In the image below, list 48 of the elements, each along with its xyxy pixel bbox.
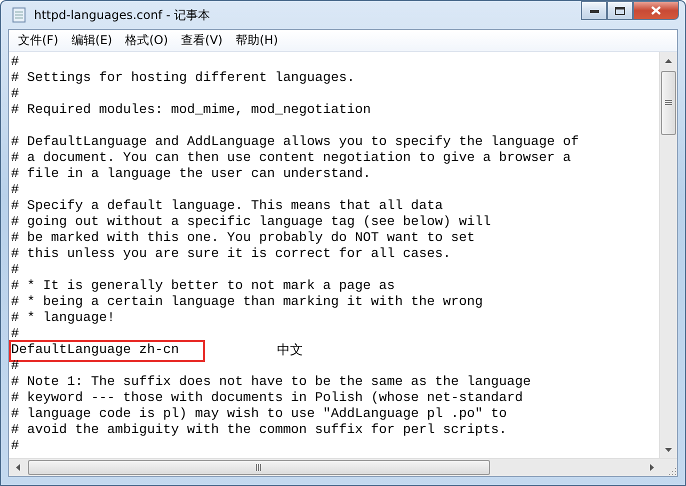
scroll-left-icon[interactable] xyxy=(16,464,20,471)
vertical-scrollbar[interactable] xyxy=(659,52,677,458)
scroll-up-icon[interactable] xyxy=(665,58,672,62)
code-line: # Note 1: The suffix does not have to be the same as the language xyxy=(11,375,531,391)
code-line: # * being a certain language than marking it with the wrong xyxy=(11,295,483,311)
maximize-button[interactable] xyxy=(607,1,633,20)
menu-item[interactable]: 格式(O) xyxy=(120,30,174,51)
maximize-icon xyxy=(615,6,625,14)
minimize-button[interactable] xyxy=(581,1,607,20)
code-line: # this unless you are sure it is correct for all cases. xyxy=(11,247,451,263)
code-line: # be marked with this one. You probably do NOT want to set xyxy=(11,231,475,247)
minimize-icon xyxy=(590,8,598,12)
code-line: # xyxy=(11,183,19,199)
menu-item[interactable]: 查看(V) xyxy=(176,30,228,51)
code-line: # language code is pl) may wish to use "AddLanguage pl .po" to xyxy=(11,407,507,423)
code-line: # Settings for hosting different languages. xyxy=(11,71,355,87)
code-line: # xyxy=(11,55,19,71)
grip-icon xyxy=(665,100,672,106)
menu-item[interactable]: 帮助(H) xyxy=(230,30,283,51)
scrollbar-thumb[interactable] xyxy=(28,460,490,475)
code-line: # Required modules: mod_mime, mod_negotiation xyxy=(11,103,371,119)
code-line: # keyword --- those with documents in Polish (whose net-standard xyxy=(11,391,523,407)
window-title: httpd-languages.conf - 记事本 xyxy=(34,6,210,24)
code-line: # DefaultLanguage and AddLanguage allows you to specify the language of xyxy=(11,135,579,151)
code-line: # a document. You can then use content negotiation to give a browser a xyxy=(11,151,571,167)
scroll-right-icon[interactable] xyxy=(650,464,654,471)
code-line: # xyxy=(11,263,19,279)
annotation-text: 中文 xyxy=(277,343,303,359)
code-line: # * It is generally better to not mark a page as xyxy=(11,279,395,295)
code-line: # xyxy=(11,87,19,103)
code-line: # going out without a specific language tag (see below) will xyxy=(11,215,491,231)
code-line: # xyxy=(11,439,19,455)
scroll-down-icon[interactable] xyxy=(665,448,672,452)
notepad-icon xyxy=(12,7,26,23)
code-line: # avoid the ambiguity with the common suffix for perl scripts. xyxy=(11,423,507,439)
close-button[interactable] xyxy=(633,1,679,20)
code-line: # file in a language the user can understand. xyxy=(11,167,371,183)
code-line: # * language! xyxy=(11,311,115,327)
scrollbar-thumb[interactable] xyxy=(661,71,676,135)
horizontal-scrollbar[interactable] xyxy=(9,458,677,476)
menu-item[interactable]: 编辑(E) xyxy=(66,30,118,51)
resize-grip-icon[interactable] xyxy=(667,466,677,476)
grip-icon xyxy=(256,464,262,471)
code-line: # xyxy=(11,359,19,375)
menu-item[interactable]: 文件(F) xyxy=(13,30,64,51)
code-line: # Specify a default language. This means that all data xyxy=(11,199,443,215)
code-line: # xyxy=(11,327,19,343)
close-icon xyxy=(651,6,661,15)
